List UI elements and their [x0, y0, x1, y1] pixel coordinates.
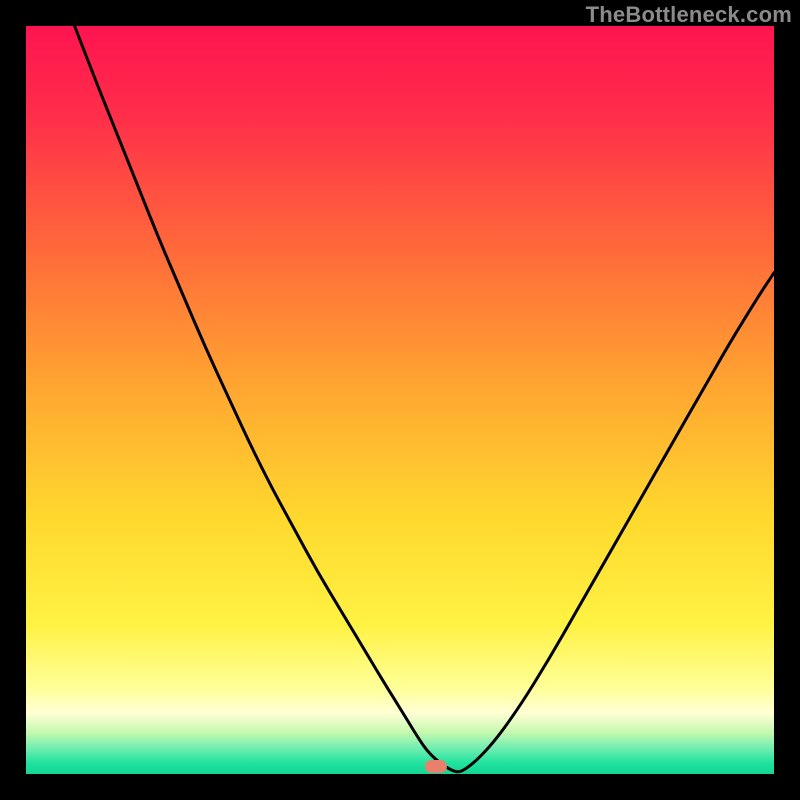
watermark-text: TheBottleneck.com — [586, 2, 792, 28]
optimal-point-marker — [425, 760, 447, 773]
bottleneck-curve — [26, 26, 774, 774]
chart-frame: TheBottleneck.com — [0, 0, 800, 800]
plot-area — [26, 26, 774, 774]
